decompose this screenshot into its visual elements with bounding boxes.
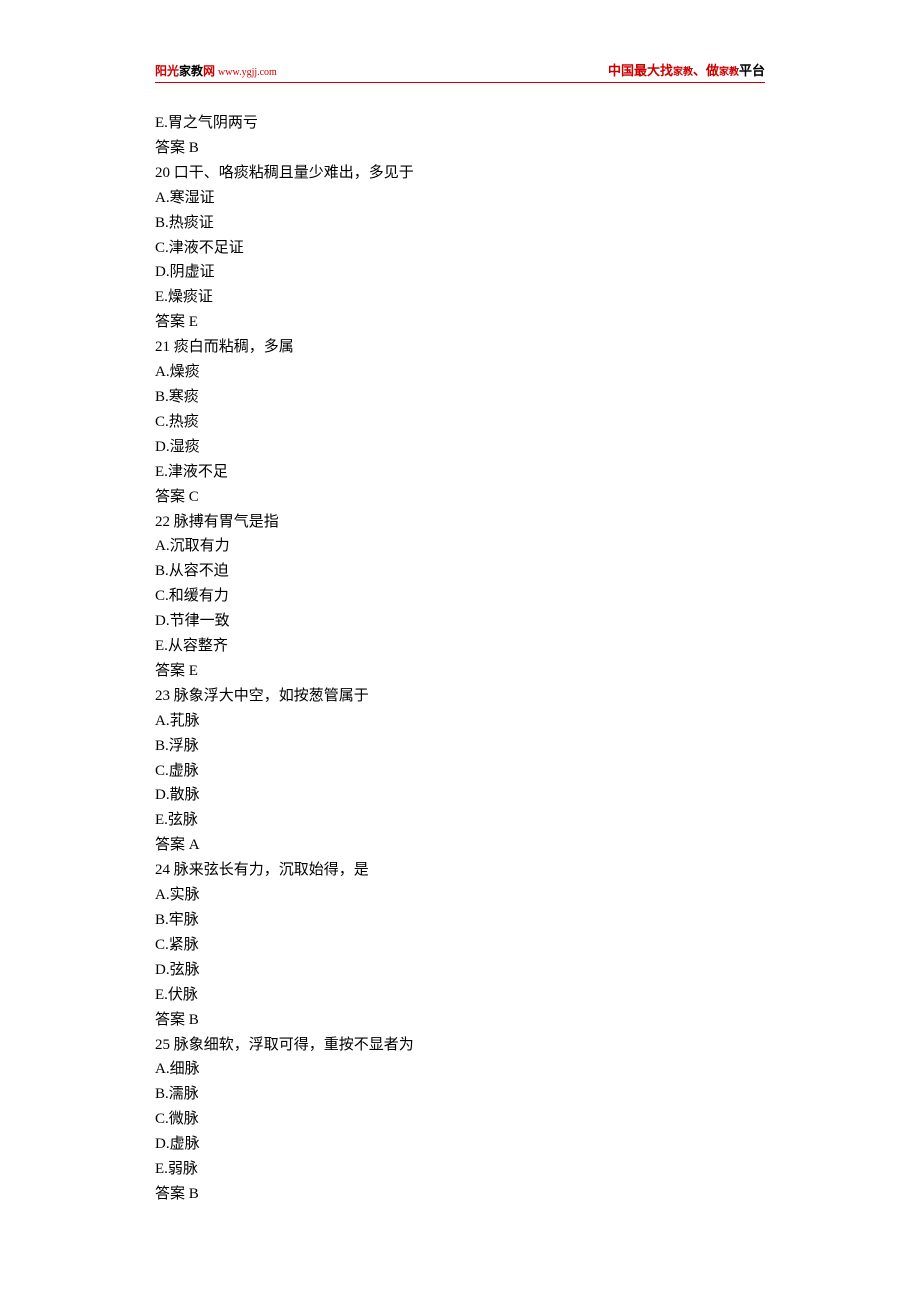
text-line: E.伏脉 (155, 983, 765, 1008)
text-line: 答案 B (155, 1008, 765, 1033)
document-page: 阳光家教网www.ygjj.com 中国最大找家教、做家教平台 E.胃之气阴两亏… (0, 0, 920, 1287)
text-line: D.节律一致 (155, 609, 765, 634)
text-line: C.热痰 (155, 410, 765, 435)
text-line: 20 口干、咯痰粘稠且量少难出，多见于 (155, 161, 765, 186)
text-line: B.热痰证 (155, 211, 765, 236)
text-line: A.寒湿证 (155, 186, 765, 211)
text-line: A.细脉 (155, 1057, 765, 1082)
text-line: D.虚脉 (155, 1132, 765, 1157)
text-line: A.实脉 (155, 883, 765, 908)
text-line: A.芤脉 (155, 709, 765, 734)
text-line: 23 脉象浮大中空，如按葱管属于 (155, 684, 765, 709)
text-line: 答案 E (155, 659, 765, 684)
text-line: C.虚脉 (155, 759, 765, 784)
text-line: B.濡脉 (155, 1082, 765, 1107)
text-line: C.和缓有力 (155, 584, 765, 609)
text-line: B.浮脉 (155, 734, 765, 759)
header-right-2: 、做 (693, 63, 719, 78)
text-line: 答案 C (155, 485, 765, 510)
text-line: C.津液不足证 (155, 236, 765, 261)
text-line: D.湿痰 (155, 435, 765, 460)
text-line: 答案 B (155, 1182, 765, 1207)
header-right-1: 中国最大找 (608, 63, 673, 78)
text-line: E.弦脉 (155, 808, 765, 833)
text-line: A.燥痰 (155, 360, 765, 385)
header-right-small-1: 家教 (673, 67, 693, 78)
text-line: 21 痰白而粘稠，多属 (155, 335, 765, 360)
brand-url: www.ygjj.com (218, 67, 277, 78)
brand-text-3: 网 (203, 64, 215, 78)
text-line: C.紧脉 (155, 933, 765, 958)
header-left: 阳光家教网www.ygjj.com (155, 62, 277, 79)
text-line: E.胃之气阴两亏 (155, 111, 765, 136)
text-line: B.牢脉 (155, 908, 765, 933)
text-line: B.寒痰 (155, 385, 765, 410)
text-line: B.从容不迫 (155, 559, 765, 584)
text-line: C.微脉 (155, 1107, 765, 1132)
text-line: A.沉取有力 (155, 534, 765, 559)
text-line: E.弱脉 (155, 1157, 765, 1182)
document-body: E.胃之气阴两亏答案 B20 口干、咯痰粘稠且量少难出，多见于A.寒湿证B.热痰… (155, 111, 765, 1207)
header-right-3: 平台 (739, 63, 765, 78)
text-line: E.燥痰证 (155, 285, 765, 310)
text-line: 答案 A (155, 833, 765, 858)
header-right: 中国最大找家教、做家教平台 (608, 60, 765, 79)
page-header: 阳光家教网www.ygjj.com 中国最大找家教、做家教平台 (155, 60, 765, 83)
text-line: D.弦脉 (155, 958, 765, 983)
text-line: D.阴虚证 (155, 260, 765, 285)
text-line: E.从容整齐 (155, 634, 765, 659)
header-right-small-2: 家教 (719, 67, 739, 78)
text-line: 25 脉象细软，浮取可得，重按不显者为 (155, 1033, 765, 1058)
text-line: D.散脉 (155, 783, 765, 808)
text-line: 答案 B (155, 136, 765, 161)
brand-text-2: 家教 (179, 64, 203, 78)
text-line: E.津液不足 (155, 460, 765, 485)
text-line: 24 脉来弦长有力，沉取始得，是 (155, 858, 765, 883)
text-line: 22 脉搏有胃气是指 (155, 510, 765, 535)
brand-text-1: 阳光 (155, 64, 179, 78)
text-line: 答案 E (155, 310, 765, 335)
